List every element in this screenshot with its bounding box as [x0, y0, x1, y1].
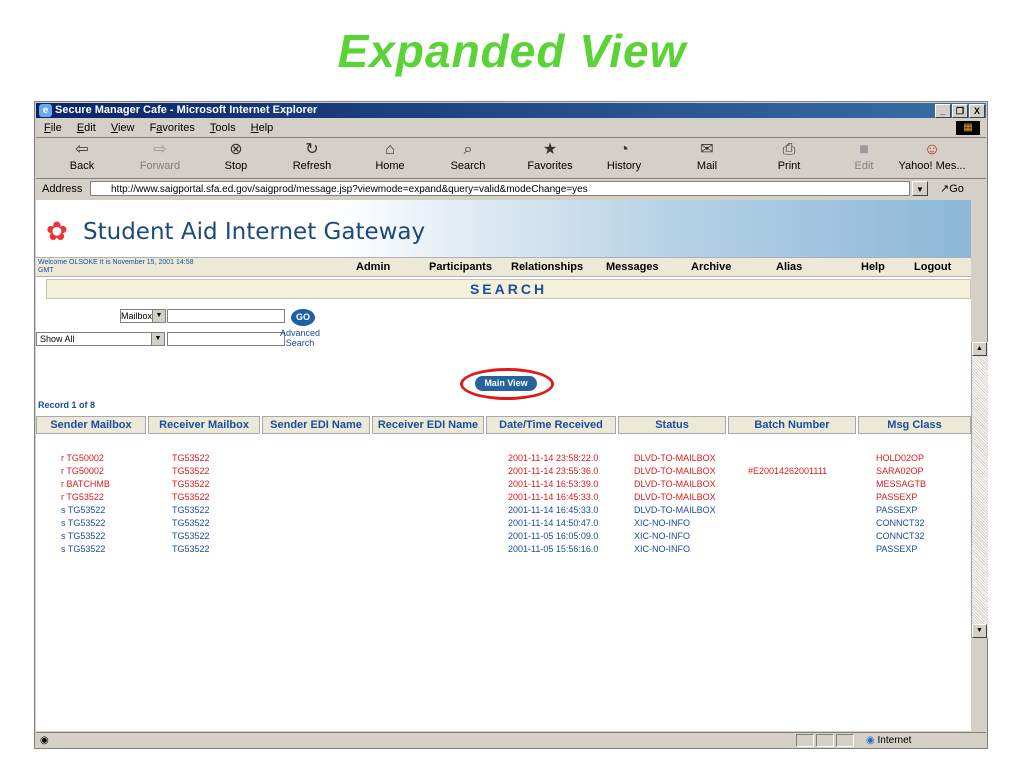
- search-go-button[interactable]: GO: [291, 309, 315, 326]
- menubar: File Edit View Favorites Tools Help ▦: [36, 119, 986, 138]
- favorites-icon: ★: [542, 141, 558, 158]
- column-receiver-mailbox[interactable]: Receiver Mailbox: [148, 416, 260, 434]
- site-banner: ✿ Student Aid Internet Gateway: [36, 200, 971, 257]
- stop-icon: ⊗: [229, 141, 243, 158]
- menu-edit[interactable]: Edit: [77, 122, 96, 134]
- table-row[interactable]: s TG53522 TG53522 2001-11-05 15:56:16.0 XIC…: [36, 543, 971, 555]
- home-button[interactable]: ⌂ Home: [362, 140, 418, 172]
- table-row[interactable]: s TG53522 TG53522 2001-11-14 14:50:47.0 XIC…: [36, 517, 971, 529]
- nav-help[interactable]: Help: [861, 261, 885, 273]
- menu-tools[interactable]: Tools: [210, 122, 236, 134]
- advanced-search-link[interactable]: Advanced Search: [280, 328, 320, 348]
- table-header: Sender Mailbox Receiver Mailbox Sender E…: [36, 416, 971, 434]
- toolbar: ⇦ Back ⇨ Forward ⊗ Stop ↻ Refresh ⌂ Home ⌕ Sea…: [36, 138, 986, 179]
- table-row[interactable]: r BATCHMB TG53522 2001-11-14 16:53:39.0 DLV…: [36, 478, 971, 490]
- go-button[interactable]: ↗Go: [940, 179, 964, 199]
- slide-title: Expanded View: [337, 25, 687, 77]
- nav-participants[interactable]: Participants: [429, 261, 492, 273]
- column-batch-number[interactable]: Batch Number: [728, 416, 856, 434]
- nav-admin[interactable]: Admin: [356, 261, 390, 273]
- favorites-button[interactable]: ★ Favorites: [522, 140, 578, 172]
- table-row[interactable]: r TG50002 TG53522 2001-11-14 23:55:36.0 DLV…: [36, 465, 971, 477]
- site-name: Student Aid Internet Gateway: [83, 219, 426, 245]
- column-date-time-received[interactable]: Date/Time Received: [486, 416, 616, 434]
- back-arrow-icon: ⇦: [75, 141, 89, 158]
- column-sender-mailbox[interactable]: Sender Mailbox: [36, 416, 146, 434]
- window-title: Secure Manager Cafe - Microsoft Internet…: [55, 104, 318, 116]
- search-heading: SEARCH: [46, 279, 971, 299]
- nav-archive[interactable]: Archive: [691, 261, 731, 273]
- table-row[interactable]: s TG53522 TG53522 2001-11-05 16:05:09.0 XIC…: [36, 530, 971, 542]
- refresh-button[interactable]: ↻ Refresh: [284, 140, 340, 172]
- column-status[interactable]: Status: [618, 416, 726, 434]
- mail-icon: ✉: [700, 141, 714, 158]
- forward-arrow-icon: ⇨: [153, 141, 167, 158]
- column-msg-class[interactable]: Msg Class: [858, 416, 971, 434]
- yahoo-messenger-icon: ☺: [923, 141, 941, 158]
- show-filter-input[interactable]: [167, 332, 285, 346]
- menu-file[interactable]: File: [44, 122, 62, 134]
- print-icon: ⎙: [782, 141, 796, 158]
- address-input[interactable]: http://www.saigportal.sfa.ed.gov/saigpro…: [90, 181, 910, 196]
- table-row[interactable]: r TG53522 TG53522 2001-11-14 16:45:33.0 DLV…: [36, 491, 971, 503]
- record-count: Record 1 of 8: [38, 400, 96, 410]
- column-receiver-edi-name[interactable]: Receiver EDI Name: [372, 416, 484, 434]
- scroll-up-icon[interactable]: ▲: [972, 342, 987, 356]
- maximize-button[interactable]: ❐: [952, 104, 968, 118]
- main-view-button[interactable]: Main View: [475, 376, 537, 391]
- table-row[interactable]: r TG50002 TG53522 2001-11-14 23:58:22.0 DLV…: [36, 452, 971, 464]
- internet-zone: ◉ Internet: [866, 735, 912, 746]
- minimize-button[interactable]: _: [935, 104, 951, 118]
- home-icon: ⌂: [385, 141, 395, 158]
- mailbox-input[interactable]: [167, 309, 285, 323]
- stop-button[interactable]: ⊗ Stop: [208, 140, 264, 172]
- show-select[interactable]: Show All ▼: [36, 332, 165, 346]
- mail-button[interactable]: ✉ Mail: [679, 140, 735, 172]
- status-segment: [796, 734, 814, 747]
- column-sender-edi-name[interactable]: Sender EDI Name: [262, 416, 370, 434]
- browser-window: e Secure Manager Cafe - Microsoft Intern…: [34, 101, 988, 749]
- refresh-icon: ↻: [305, 141, 319, 158]
- search-icon: ⌕: [463, 141, 473, 158]
- history-icon: ◔: [619, 141, 629, 158]
- welcome-text: Welcome OLSOKE It is November 15, 2001 1…: [38, 259, 194, 274]
- close-button[interactable]: X: [969, 104, 985, 118]
- menu-favorites[interactable]: Favorites: [150, 122, 195, 134]
- nav-relationships[interactable]: Relationships: [511, 261, 583, 273]
- back-button[interactable]: ⇦ Back: [54, 140, 110, 172]
- ie-icon: e: [39, 104, 52, 117]
- windows-logo-icon: ▦: [956, 121, 980, 135]
- globe-icon: ◉: [866, 735, 875, 746]
- nav-alias[interactable]: Alias: [776, 261, 802, 273]
- forward-button[interactable]: ⇨ Forward: [132, 140, 188, 172]
- nav-messages[interactable]: Messages: [606, 261, 659, 273]
- chevron-down-icon: ▼: [151, 333, 164, 345]
- status-segment: [836, 734, 854, 747]
- menu-help[interactable]: Help: [251, 122, 274, 134]
- print-button[interactable]: ⎙ Print: [761, 140, 817, 172]
- status-bar: ◉ ◉ Internet: [36, 732, 986, 749]
- chevron-down-icon: ▼: [152, 310, 165, 322]
- yahoo-messenger-button[interactable]: ☺ Yahoo! Mes...: [894, 140, 970, 172]
- site-nav: Welcome OLSOKE It is November 15, 2001 1…: [36, 257, 971, 277]
- results-scrollbar[interactable]: ▲ ▼: [971, 342, 988, 638]
- nav-logout[interactable]: Logout: [914, 261, 951, 273]
- table-row[interactable]: s TG53522 TG53522 2001-11-14 16:45:33.0 DLV…: [36, 504, 971, 516]
- scroll-down-icon[interactable]: ▼: [972, 624, 987, 638]
- edit-icon: ■: [859, 141, 869, 158]
- menu-view[interactable]: View: [111, 122, 135, 134]
- history-button[interactable]: ◔ History: [596, 140, 652, 172]
- window-titlebar[interactable]: e Secure Manager Cafe - Microsoft Intern…: [36, 103, 986, 118]
- mailbox-select[interactable]: Mailbox ▼: [120, 309, 166, 323]
- address-bar: Address http://www.saigportal.sfa.ed.gov…: [36, 179, 986, 199]
- sfa-logo-icon: ✿: [46, 216, 68, 246]
- address-label: Address: [42, 183, 83, 195]
- search-button[interactable]: ⌕ Search: [440, 140, 496, 172]
- status-segment: [816, 734, 834, 747]
- page-status-icon: ◉: [40, 735, 49, 746]
- edit-button[interactable]: ■ Edit: [836, 140, 892, 172]
- address-dropdown-arrow-icon[interactable]: ▼: [912, 181, 928, 196]
- page-content: ✿ Student Aid Internet Gateway Welcome O…: [36, 200, 971, 731]
